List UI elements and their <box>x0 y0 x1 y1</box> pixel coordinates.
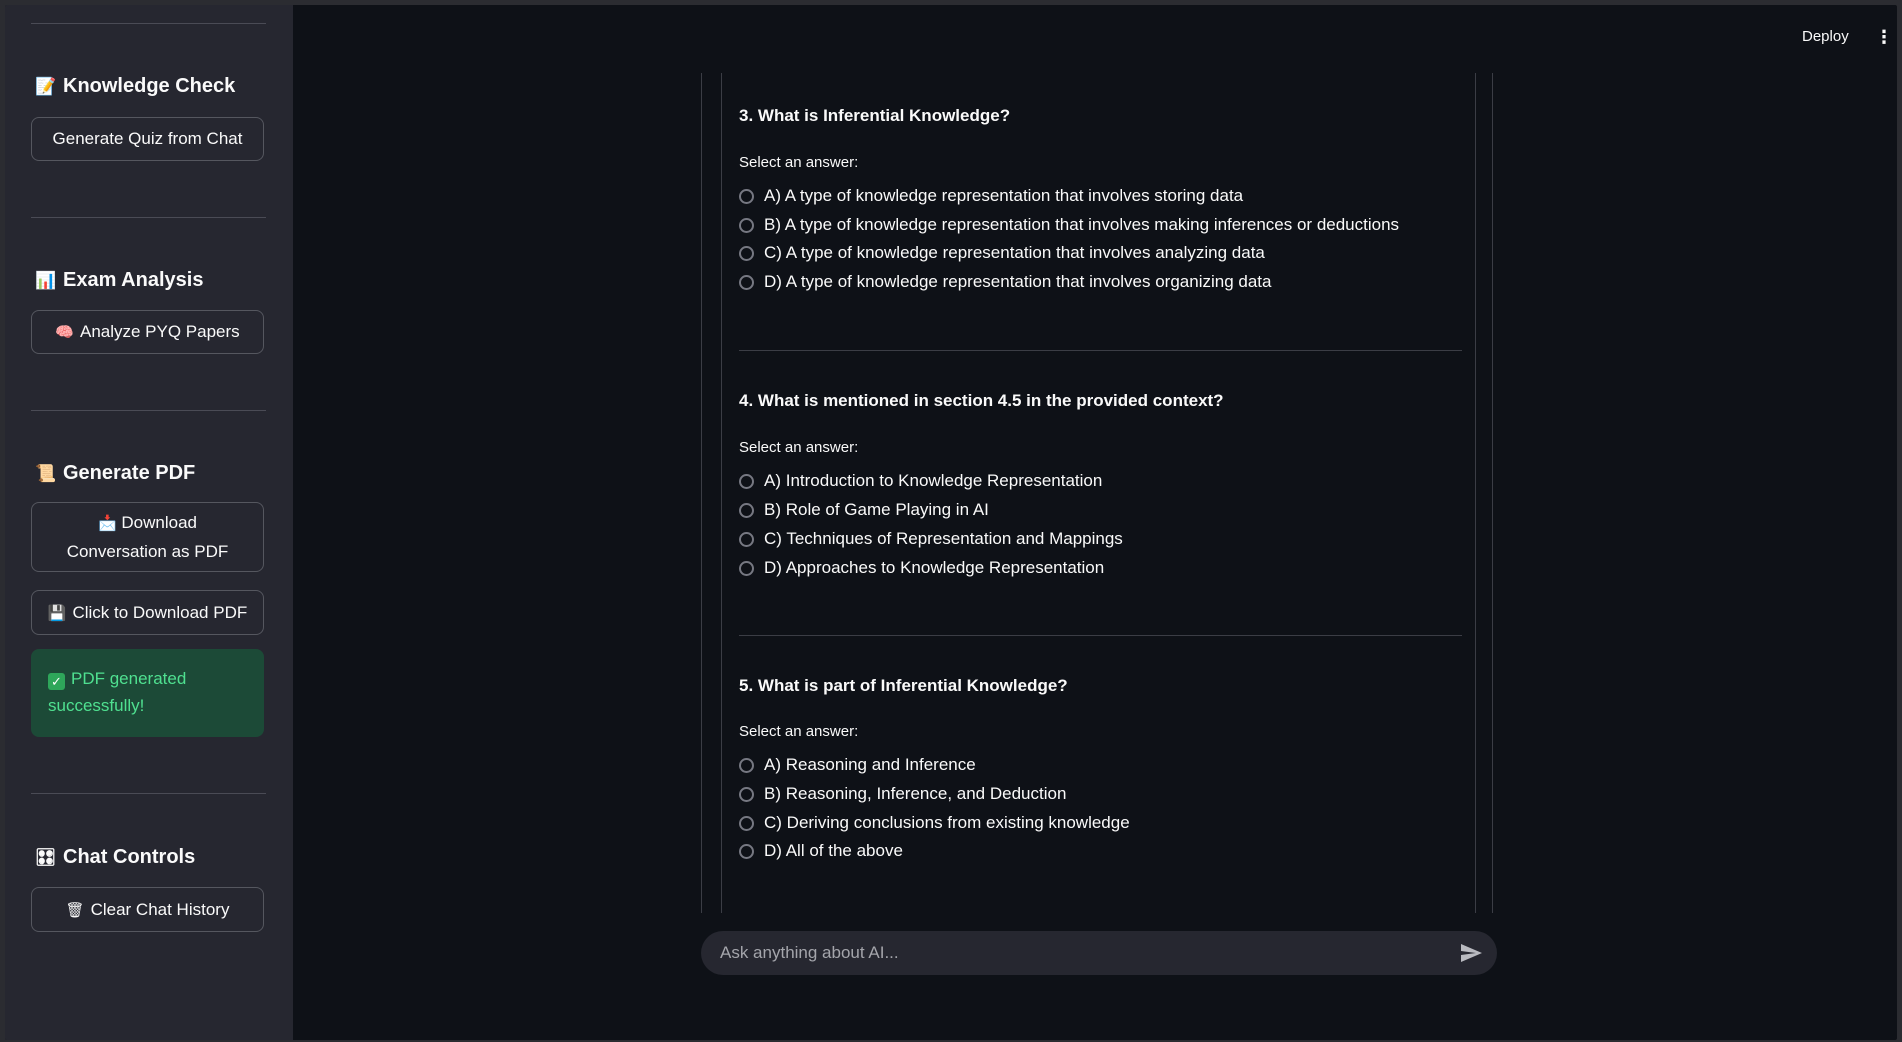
download-conversation-button[interactable]: 📩 Download Conversation as PDF <box>31 502 264 572</box>
send-icon[interactable] <box>1459 941 1483 965</box>
radio-circle[interactable] <box>739 757 754 773</box>
message-border-left <box>701 73 702 913</box>
select-answer-label: Select an answer: <box>739 154 859 171</box>
download-line-1: 📩 Download <box>97 512 198 532</box>
radio-option[interactable]: C) A type of knowledge representation th… <box>739 243 1265 263</box>
success-line-1: PDF generated <box>71 669 187 688</box>
generate-pdf-title: Generate PDF <box>63 462 196 484</box>
exam-analysis-heading: 📊 Exam Analysis <box>35 269 203 292</box>
generate-pdf-heading: 📜 Generate PDF <box>35 462 195 485</box>
memo-icon: 📝 <box>35 76 57 96</box>
success-line-2: successfully! <box>48 696 145 715</box>
radio-option[interactable]: B) Role of Game Playing in AI <box>739 500 989 520</box>
radio-option[interactable]: D) Approaches to Knowledge Representatio… <box>739 558 1104 578</box>
analyze-pyq-button[interactable]: 🧠 Analyze PYQ Papers <box>31 310 264 354</box>
analyze-pyq-label: Analyze PYQ Papers <box>79 322 240 341</box>
download-line-2: Conversation as PDF <box>66 541 229 561</box>
radio-circle[interactable] <box>739 531 754 547</box>
scroll-icon: 📜 <box>35 463 57 483</box>
success-alert: ✓ PDF generated successfully! <box>31 649 264 737</box>
question-title: 3. What is Inferential Knowledge? <box>739 106 1011 125</box>
radio-option[interactable]: D) A type of knowledge representation th… <box>739 272 1272 292</box>
check-icon: ✓ <box>48 673 65 690</box>
radio-circle[interactable] <box>739 245 754 261</box>
control-knobs-icon: 🎛 <box>35 847 57 867</box>
select-answer-label: Select an answer: <box>739 723 859 740</box>
chat-input-placeholder: Ask anything about AI... <box>720 943 899 962</box>
radio-option[interactable]: C) Techniques of Representation and Mapp… <box>739 529 1123 549</box>
chat-input[interactable]: Ask anything about AI... <box>701 931 1497 975</box>
radio-option[interactable]: A) Reasoning and Inference <box>739 755 976 775</box>
radio-circle[interactable] <box>739 217 754 233</box>
sidebar-divider <box>31 217 266 218</box>
deploy-button[interactable]: Deploy <box>1802 28 1849 45</box>
app-window: 📝 Knowledge Check Generate Quiz from Cha… <box>5 5 1897 1040</box>
sidebar-divider <box>31 410 266 411</box>
radio-circle[interactable] <box>739 815 754 831</box>
radio-circle[interactable] <box>739 188 754 204</box>
radio-circle[interactable] <box>739 274 754 290</box>
question-title: 5. What is part of Inferential Knowledge… <box>739 676 1068 695</box>
radio-option[interactable]: B) Reasoning, Inference, and Deduction <box>739 784 1066 804</box>
generate-quiz-button[interactable]: Generate Quiz from Chat <box>31 117 264 161</box>
message-border-right <box>1492 73 1493 913</box>
radio-option[interactable]: A) Introduction to Knowledge Representat… <box>739 471 1102 491</box>
chat-controls-heading: 🎛 Chat Controls <box>35 846 195 869</box>
exam-analysis-title: Exam Analysis <box>63 269 204 291</box>
radio-circle[interactable] <box>739 786 754 802</box>
knowledge-check-heading: 📝 Knowledge Check <box>35 75 235 98</box>
sidebar-divider <box>31 23 266 24</box>
bar-chart-icon: 📊 <box>35 270 57 290</box>
radio-circle[interactable] <box>739 560 754 576</box>
brain-icon: 🧠 <box>55 324 74 341</box>
radio-option[interactable]: B) A type of knowledge representation th… <box>739 215 1399 235</box>
radio-option[interactable]: A) A type of knowledge representation th… <box>739 186 1243 206</box>
sidebar: 📝 Knowledge Check Generate Quiz from Cha… <box>5 5 293 1040</box>
question-divider <box>739 350 1462 351</box>
radio-circle[interactable] <box>739 843 754 859</box>
select-answer-label: Select an answer: <box>739 439 859 456</box>
question-divider <box>739 635 1462 636</box>
radio-option[interactable]: C) Deriving conclusions from existing kn… <box>739 813 1130 833</box>
chat-controls-title: Chat Controls <box>63 846 196 868</box>
knowledge-check-title: Knowledge Check <box>63 75 236 97</box>
sidebar-divider <box>31 793 266 794</box>
quiz-border-left <box>721 73 722 913</box>
radio-circle[interactable] <box>739 473 754 489</box>
clear-chat-label: Clear Chat History <box>90 899 230 919</box>
radio-option[interactable]: D) All of the above <box>739 841 903 861</box>
radio-circle[interactable] <box>739 502 754 518</box>
click-download-label: Click to Download PDF <box>72 602 248 622</box>
quiz-border-right <box>1475 73 1476 913</box>
more-vertical-icon[interactable]: ⋮ <box>1875 27 1893 48</box>
question-title: 4. What is mentioned in section 4.5 in t… <box>739 391 1224 410</box>
click-download-pdf-button[interactable]: 💾 Click to Download PDF <box>31 590 264 635</box>
generate-quiz-label: Generate Quiz from Chat <box>52 129 243 148</box>
inbox-tray-icon: 📩 <box>97 514 117 532</box>
floppy-disk-icon: 💾 <box>47 604 67 622</box>
clear-chat-history-button[interactable]: 🗑 Clear Chat History <box>31 887 264 932</box>
wastebasket-icon: 🗑 <box>65 901 85 919</box>
